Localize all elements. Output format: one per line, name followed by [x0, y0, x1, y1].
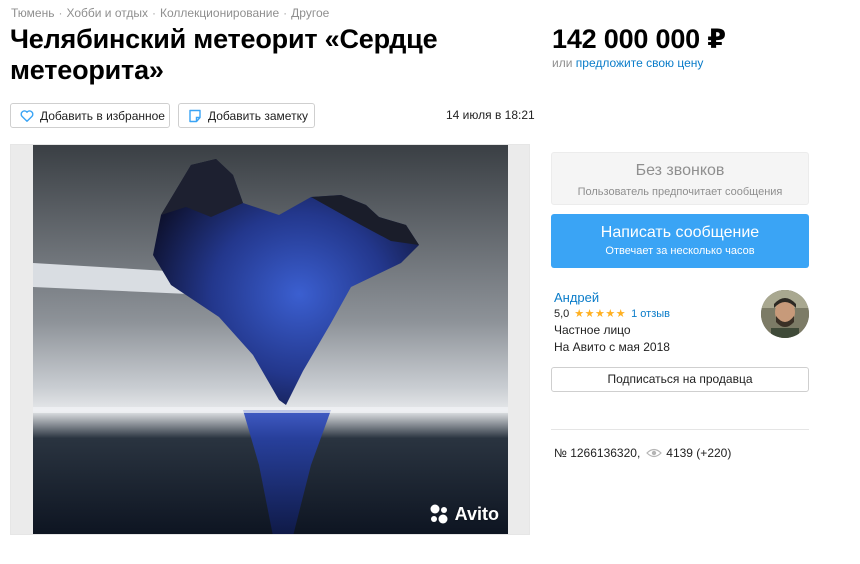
send-message-button[interactable]: Написать сообщение Отвечает за несколько… [551, 214, 809, 268]
offer-price-link[interactable]: предложите свою цену [576, 56, 704, 70]
add-to-favorites-label: Добавить в избранное [40, 108, 165, 123]
avito-logo-icon [428, 503, 450, 525]
photo-gallery[interactable]: Avito [10, 144, 530, 535]
price: 142 000 000 ₽ [552, 24, 726, 54]
view-count: 4139 (+220) [666, 446, 732, 460]
eye-icon [646, 448, 663, 458]
star-rating-icon: ★★★★★ [574, 308, 627, 320]
seller-avatar-image [761, 290, 809, 338]
breadcrumb-collecting[interactable]: Коллекционирование [160, 6, 279, 20]
add-note-label: Добавить заметку [208, 108, 308, 123]
breadcrumb: Тюмень · Хобби и отдых · Коллекционирование ·… [11, 6, 329, 20]
breadcrumb-city[interactable]: Тюмень [11, 6, 54, 20]
avatar[interactable] [761, 290, 809, 338]
page-title: Челябинский метеорит «Сердце метеорита» [10, 24, 438, 85]
note-icon [188, 109, 202, 123]
breadcrumb-separator: · [283, 6, 288, 20]
listing-number: № 1266136320, [554, 446, 641, 460]
breadcrumb-separator: · [58, 6, 63, 20]
seller-name-link[interactable]: Андрей [554, 290, 599, 305]
seller-since: На Авито с мая 2018 [554, 340, 670, 354]
breadcrumb-hobby[interactable]: Хобби и отдых [66, 6, 148, 20]
no-calls-title: Без звонков [635, 162, 725, 179]
add-to-favorites-button[interactable]: Добавить в избранное [10, 103, 170, 128]
price-offer: или предложите свою цену [552, 56, 703, 70]
rating-value: 5,0 [554, 307, 570, 320]
no-calls-subtitle: Пользователь предпочитает сообщения [577, 186, 783, 198]
heart-icon [20, 109, 34, 123]
send-message-title: Написать сообщение [600, 224, 760, 241]
avito-watermark: Avito [428, 503, 499, 525]
seller-type: Частное лицо [554, 323, 631, 337]
meteorite-photo [11, 145, 529, 534]
add-note-button[interactable]: Добавить заметку [178, 103, 315, 128]
subscribe-seller-button[interactable]: Подписаться на продавца [551, 367, 809, 392]
price-offer-prefix: или [552, 56, 573, 70]
seller-rating: 5,0 ★★★★★ 1 отзыв [554, 307, 670, 321]
avito-watermark-text: Avito [454, 503, 499, 524]
send-message-subtitle: Отвечает за несколько часов [605, 245, 755, 257]
breadcrumb-other[interactable]: Другое [291, 6, 329, 20]
listing-meta: № 1266136320, 4139 (+220) [554, 446, 731, 460]
publish-date: 14 июля в 18:21 [446, 108, 535, 122]
reviews-link[interactable]: 1 отзыв [631, 308, 670, 320]
divider [551, 429, 809, 430]
breadcrumb-separator: · [151, 6, 156, 20]
no-calls-notice: Без звонков Пользователь предпочитает со… [551, 152, 809, 205]
